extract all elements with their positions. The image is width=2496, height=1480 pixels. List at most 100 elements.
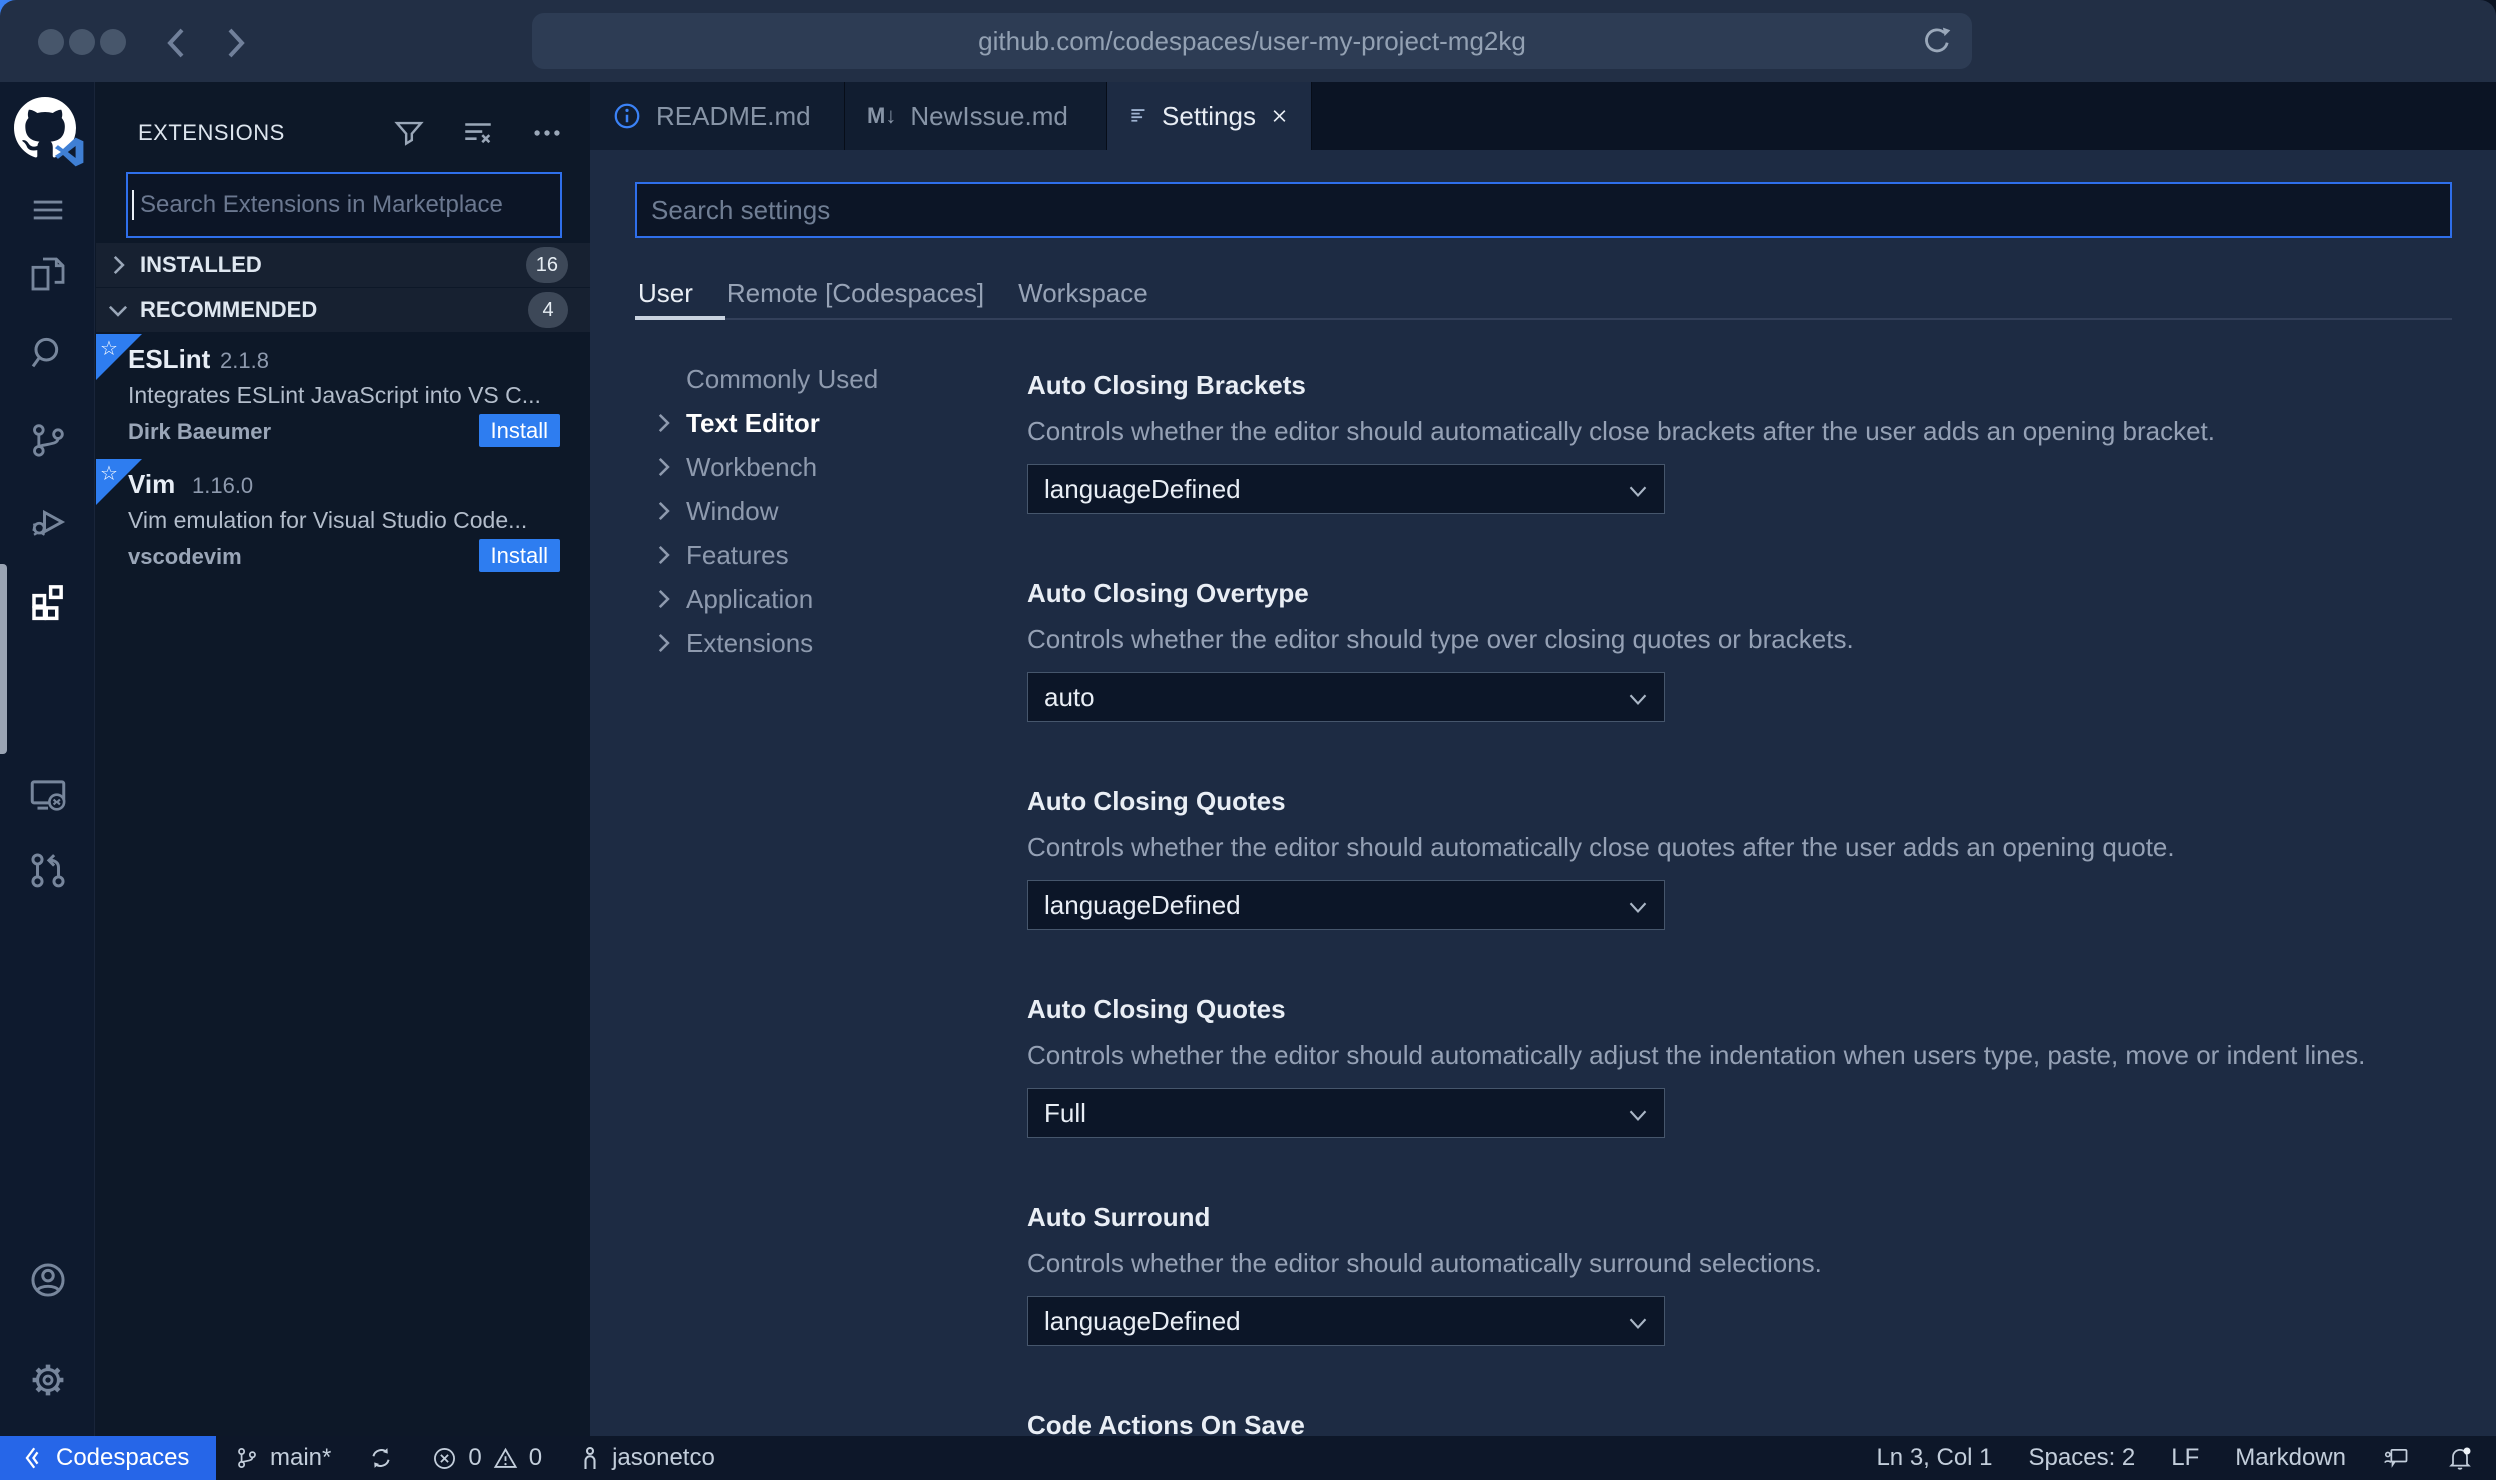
sidebar-item-search[interactable] <box>0 321 95 385</box>
chevron-down-icon <box>1629 902 1647 914</box>
github-codespaces-logo[interactable] <box>14 97 84 167</box>
cursor-position-status[interactable]: Ln 3, Col 1 <box>1858 1436 2010 1480</box>
tab-settings[interactable]: Settings <box>1107 82 1312 150</box>
person-icon <box>584 1446 596 1469</box>
setting-title: Auto Closing Quotes <box>1027 786 1286 816</box>
indentation-status[interactable]: Spaces: 2 <box>2011 1436 2154 1480</box>
extensions-search-input[interactable] <box>126 172 562 238</box>
sidebar-item-run-debug[interactable] <box>0 490 95 554</box>
scope-tab-workspace[interactable]: Workspace <box>1018 278 1148 309</box>
recommended-count-badge: 4 <box>528 292 568 328</box>
chevron-right-icon <box>658 413 670 433</box>
chevron-down-icon <box>1629 694 1647 706</box>
menu-button[interactable] <box>0 178 95 242</box>
eol-status[interactable]: LF <box>2153 1436 2217 1480</box>
window-zoom-button[interactable] <box>100 29 126 55</box>
chevron-down-icon <box>1629 486 1647 498</box>
toc-item-workbench[interactable]: Workbench <box>650 445 1010 489</box>
warnings-count: 0 <box>528 1444 543 1471</box>
extension-name: ESLint <box>128 344 211 374</box>
address-bar[interactable]: github.com/codespaces/user-my-project-mg… <box>532 13 1972 69</box>
sidebar-item-explorer[interactable] <box>0 242 95 306</box>
toc-item-text-editor[interactable]: Text Editor <box>650 401 1010 445</box>
reload-button[interactable] <box>1920 24 1954 58</box>
language-mode-status[interactable]: Markdown <box>2217 1436 2364 1480</box>
window-close-button[interactable] <box>38 29 64 55</box>
sidebar-item-remote-explorer[interactable] <box>0 763 95 827</box>
sidebar-item-source-control[interactable] <box>0 408 95 472</box>
close-icon[interactable] <box>1270 103 1289 129</box>
scope-tab-user[interactable]: User <box>638 278 693 309</box>
filter-icon[interactable] <box>392 116 426 150</box>
chevron-right-icon <box>658 589 670 609</box>
errors-count: 0 <box>468 1444 482 1471</box>
star-icon: ☆ <box>100 463 118 485</box>
setting-value-dropdown[interactable]: Full <box>1027 1088 1665 1138</box>
settings-scope-tabs: User Remote [Codespaces] Workspace <box>638 278 1148 309</box>
settings-search-input[interactable] <box>635 182 2452 238</box>
setting-description: Controls whether the editor should autom… <box>1027 416 2216 446</box>
sync-icon <box>372 1448 390 1468</box>
setting-item-auto-closing-quotes: Auto Closing Quotes Controls whether the… <box>1027 786 2467 930</box>
sidebar-title: EXTENSIONS <box>138 120 285 145</box>
tab-label: Settings <box>1162 100 1256 131</box>
install-button[interactable]: Install <box>478 414 560 447</box>
branch-icon <box>238 1448 256 1468</box>
tab-label: README.md <box>656 100 811 131</box>
settings-editor: User Remote [Codespaces] Workspace Commo… <box>590 150 2496 1436</box>
extension-card-eslint[interactable]: ☆ ESLint 2.1.8 Integrates ESLint JavaScr… <box>96 334 590 459</box>
section-recommended[interactable]: RECOMMENDED 4 <box>96 288 590 332</box>
browser-chrome: github.com/codespaces/user-my-project-mg… <box>0 0 2496 82</box>
setting-item-auto-closing-overtype: Auto Closing Overtype Controls whether t… <box>1027 578 2467 722</box>
tab-newissue[interactable]: M↓ NewIssue.md <box>845 82 1107 150</box>
settings-toc: Commonly Used Text Editor Workbench Wind… <box>650 357 1010 665</box>
extension-publisher: Dirk Baeumer <box>128 419 272 444</box>
scope-tab-remote[interactable]: Remote [Codespaces] <box>727 278 984 309</box>
extensions-icon <box>31 585 63 621</box>
problems-status[interactable]: 0 0 <box>413 1436 560 1480</box>
settings-gear-button[interactable] <box>0 1348 95 1412</box>
extension-card-vim[interactable]: ☆ Vim 1.16.0 Vim emulation for Visual St… <box>96 459 590 584</box>
text-caret <box>132 190 134 220</box>
toc-item-window[interactable]: Window <box>650 489 1010 533</box>
codespaces-status-button[interactable]: Codespaces <box>0 1436 216 1480</box>
sidebar-item-extensions[interactable] <box>0 568 95 632</box>
tab-readme[interactable]: README.md <box>590 82 845 150</box>
extension-description: Vim emulation for Visual Studio Code... <box>128 507 528 533</box>
back-button[interactable] <box>154 21 198 65</box>
chevron-down-icon <box>1629 1318 1647 1330</box>
toc-item-application[interactable]: Application <box>650 577 1010 621</box>
user-status[interactable]: jasonetco <box>560 1436 733 1480</box>
feedback-button[interactable] <box>2364 1436 2428 1480</box>
extension-description: Integrates ESLint JavaScript into VS C..… <box>128 382 541 408</box>
setting-value-dropdown[interactable]: languageDefined <box>1027 464 1665 514</box>
setting-value-dropdown[interactable]: languageDefined <box>1027 880 1665 930</box>
forward-button[interactable] <box>214 21 258 65</box>
chevron-right-icon <box>658 457 670 477</box>
toc-item-commonly-used[interactable]: Commonly Used <box>650 357 1010 401</box>
tab-label: NewIssue.md <box>910 100 1068 131</box>
sync-status[interactable] <box>349 1436 413 1480</box>
account-button[interactable] <box>0 1248 95 1312</box>
setting-value-dropdown[interactable]: languageDefined <box>1027 1296 1665 1346</box>
extension-name: Vim <box>128 469 176 499</box>
branch-status[interactable]: main* <box>216 1436 349 1480</box>
notifications-button[interactable] <box>2428 1436 2496 1480</box>
sidebar-item-pull-requests[interactable] <box>0 838 95 902</box>
activity-bar <box>0 82 95 1436</box>
section-label: INSTALLED <box>140 252 262 277</box>
toc-item-extensions[interactable]: Extensions <box>650 621 1010 665</box>
clear-extensions-search-icon[interactable] <box>460 116 496 150</box>
tab-bar: README.md M↓ NewIssue.md Settings <box>590 82 2496 150</box>
install-button[interactable]: Install <box>478 539 560 572</box>
section-installed[interactable]: INSTALLED 16 <box>96 243 590 287</box>
app-main: EXTENSIONS INSTALL <box>0 82 2496 1436</box>
extension-version: 2.1.8 <box>220 348 269 373</box>
chevron-right-icon <box>228 28 245 58</box>
toc-item-features[interactable]: Features <box>650 533 1010 577</box>
editor-area: README.md M↓ NewIssue.md Settings Search… <box>590 82 2496 1436</box>
settings-list-icon <box>1131 109 1145 122</box>
setting-value-dropdown[interactable]: auto <box>1027 672 1665 722</box>
more-actions-icon[interactable] <box>530 116 564 150</box>
window-minimize-button[interactable] <box>69 29 95 55</box>
